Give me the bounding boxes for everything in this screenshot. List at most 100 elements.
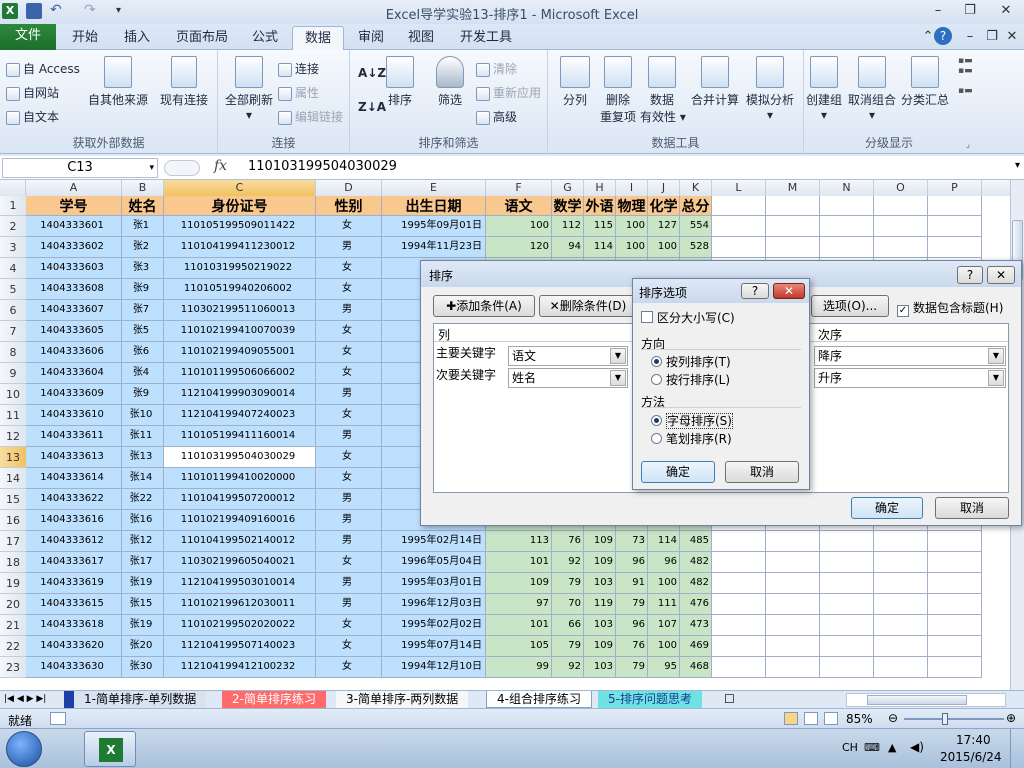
row-header[interactable]: 20 [0, 594, 26, 615]
column-header-B[interactable]: B [122, 180, 164, 196]
score-cell[interactable]: 528 [680, 237, 712, 258]
empty-cell[interactable] [712, 552, 766, 573]
row-header[interactable]: 17 [0, 531, 26, 552]
score-cell[interactable]: 95 [648, 657, 680, 678]
data-validation-button[interactable]: 数据 有效性 ▾ [640, 56, 686, 125]
score-cell[interactable]: 79 [616, 594, 648, 615]
score-cell[interactable]: 100 [648, 237, 680, 258]
page-layout-view-icon[interactable] [804, 712, 818, 725]
stroke-sort-radio[interactable]: 笔划排序(R) [651, 430, 732, 447]
table-cell[interactable]: 1404333610 [26, 405, 122, 426]
delete-condition-button[interactable]: ✕删除条件(D) [539, 295, 637, 317]
table-cell[interactable]: 1404333607 [26, 300, 122, 321]
expand-formula-bar-icon[interactable]: ▾ [1015, 160, 1020, 171]
row-header[interactable]: 1 [0, 196, 26, 216]
h-scroll-thumb[interactable] [867, 695, 967, 705]
score-cell[interactable]: 100 [486, 216, 552, 237]
table-cell[interactable]: 1995年02月02日 [382, 615, 486, 636]
table-cell[interactable]: 110102199410070039 [164, 321, 316, 342]
table-cell[interactable]: 1995年02月14日 [382, 531, 486, 552]
empty-cell[interactable] [820, 552, 874, 573]
table-cell[interactable]: 男 [316, 573, 382, 594]
table-cell[interactable]: 1404333601 [26, 216, 122, 237]
score-cell[interactable]: 113 [486, 531, 552, 552]
sort-ok-button[interactable]: 确定 [851, 497, 923, 519]
table-cell[interactable]: 张14 [122, 468, 164, 489]
score-cell[interactable]: 103 [584, 657, 616, 678]
secondary-key-select[interactable]: 姓名 ▼ [508, 368, 628, 388]
score-cell[interactable]: 105 [486, 636, 552, 657]
row-header[interactable]: 15 [0, 489, 26, 510]
empty-cell[interactable] [820, 657, 874, 678]
table-cell[interactable]: 1404333614 [26, 468, 122, 489]
table-cell[interactable]: 张17 [122, 552, 164, 573]
table-cell[interactable]: 男 [316, 237, 382, 258]
row-header[interactable]: 22 [0, 636, 26, 657]
column-header-C[interactable]: C [164, 180, 316, 196]
empty-cell[interactable] [712, 594, 766, 615]
column-header-J[interactable]: J [648, 180, 680, 196]
empty-cell[interactable] [766, 196, 820, 216]
zoom-thumb[interactable] [942, 713, 948, 725]
sheet-tab-5[interactable]: 5-排序问题思考 [598, 691, 702, 708]
refresh-all-button[interactable]: 全部刷新 ▾ [222, 56, 276, 122]
table-cell[interactable]: 张30 [122, 657, 164, 678]
table-cell[interactable]: 1996年05月04日 [382, 552, 486, 573]
score-cell[interactable]: 94 [552, 237, 584, 258]
keyboard-icon[interactable]: ⌨ [864, 741, 880, 754]
table-cell[interactable]: 张10 [122, 405, 164, 426]
table-cell[interactable]: 112104199407240023 [164, 405, 316, 426]
empty-cell[interactable] [712, 196, 766, 216]
table-cell[interactable]: 张19 [122, 573, 164, 594]
add-condition-button[interactable]: ✚添加条件(A) [433, 295, 535, 317]
empty-cell[interactable] [820, 196, 874, 216]
score-cell[interactable]: 127 [648, 216, 680, 237]
secondary-order-select[interactable]: 升序 ▼ [814, 368, 1006, 388]
table-cell[interactable]: 张4 [122, 363, 164, 384]
column-header-K[interactable]: K [680, 180, 712, 196]
volume-icon[interactable]: ◀) [910, 740, 924, 754]
table-cell[interactable]: 112104199903090014 [164, 384, 316, 405]
table-cell[interactable]: 张13 [122, 447, 164, 468]
ungroup-button[interactable]: 取消组合 ▾ [846, 56, 898, 122]
empty-cell[interactable] [928, 636, 982, 657]
empty-cell[interactable] [928, 615, 982, 636]
header-cell[interactable]: 物理 [616, 196, 648, 216]
edit-links-button[interactable]: 编辑链接 [278, 108, 343, 125]
table-cell[interactable]: 110101199506066002 [164, 363, 316, 384]
empty-cell[interactable] [928, 657, 982, 678]
sort-by-column-radio[interactable]: 按列排序(T) [651, 353, 731, 370]
close-button[interactable]: ✕ [994, 2, 1018, 20]
sheet-nav-icon[interactable]: |◀ ◀ ▶ ▶| [2, 691, 48, 708]
empty-cell[interactable] [874, 594, 928, 615]
table-cell[interactable]: 1994年11月23日 [382, 237, 486, 258]
empty-cell[interactable] [766, 552, 820, 573]
sheet-tab-2[interactable]: 2-简单排序练习 [222, 691, 326, 708]
table-cell[interactable]: 1995年03月01日 [382, 573, 486, 594]
insert-sheet-icon[interactable]: ☐ [720, 691, 739, 708]
case-sensitive-checkbox[interactable]: 区分大小写(C) [641, 309, 735, 326]
header-cell[interactable]: 学号 [26, 196, 122, 216]
score-cell[interactable]: 109 [584, 552, 616, 573]
score-cell[interactable]: 473 [680, 615, 712, 636]
score-cell[interactable]: 120 [486, 237, 552, 258]
table-cell[interactable]: 女 [316, 657, 382, 678]
empty-cell[interactable] [712, 216, 766, 237]
empty-cell[interactable] [874, 552, 928, 573]
options-cancel-button[interactable]: 取消 [725, 461, 799, 483]
empty-cell[interactable] [766, 657, 820, 678]
table-cell[interactable]: 男 [316, 300, 382, 321]
table-cell[interactable]: 1404333617 [26, 552, 122, 573]
doc-close-button[interactable]: ✕ [1000, 28, 1024, 46]
table-cell[interactable]: 110104199502140012 [164, 531, 316, 552]
table-cell[interactable]: 张5 [122, 321, 164, 342]
empty-cell[interactable] [820, 216, 874, 237]
table-cell[interactable]: 女 [316, 636, 382, 657]
table-cell[interactable]: 1404333616 [26, 510, 122, 531]
group-button[interactable]: 创建组 ▾ [804, 56, 844, 122]
show-detail-icon[interactable]: ▪▬ ▪▬ ▪▬ [958, 56, 973, 96]
score-cell[interactable]: 100 [616, 237, 648, 258]
table-cell[interactable]: 张12 [122, 531, 164, 552]
existing-connections-button[interactable]: 现有连接 [158, 56, 210, 108]
from-access-button[interactable]: 自 Access [6, 60, 80, 77]
